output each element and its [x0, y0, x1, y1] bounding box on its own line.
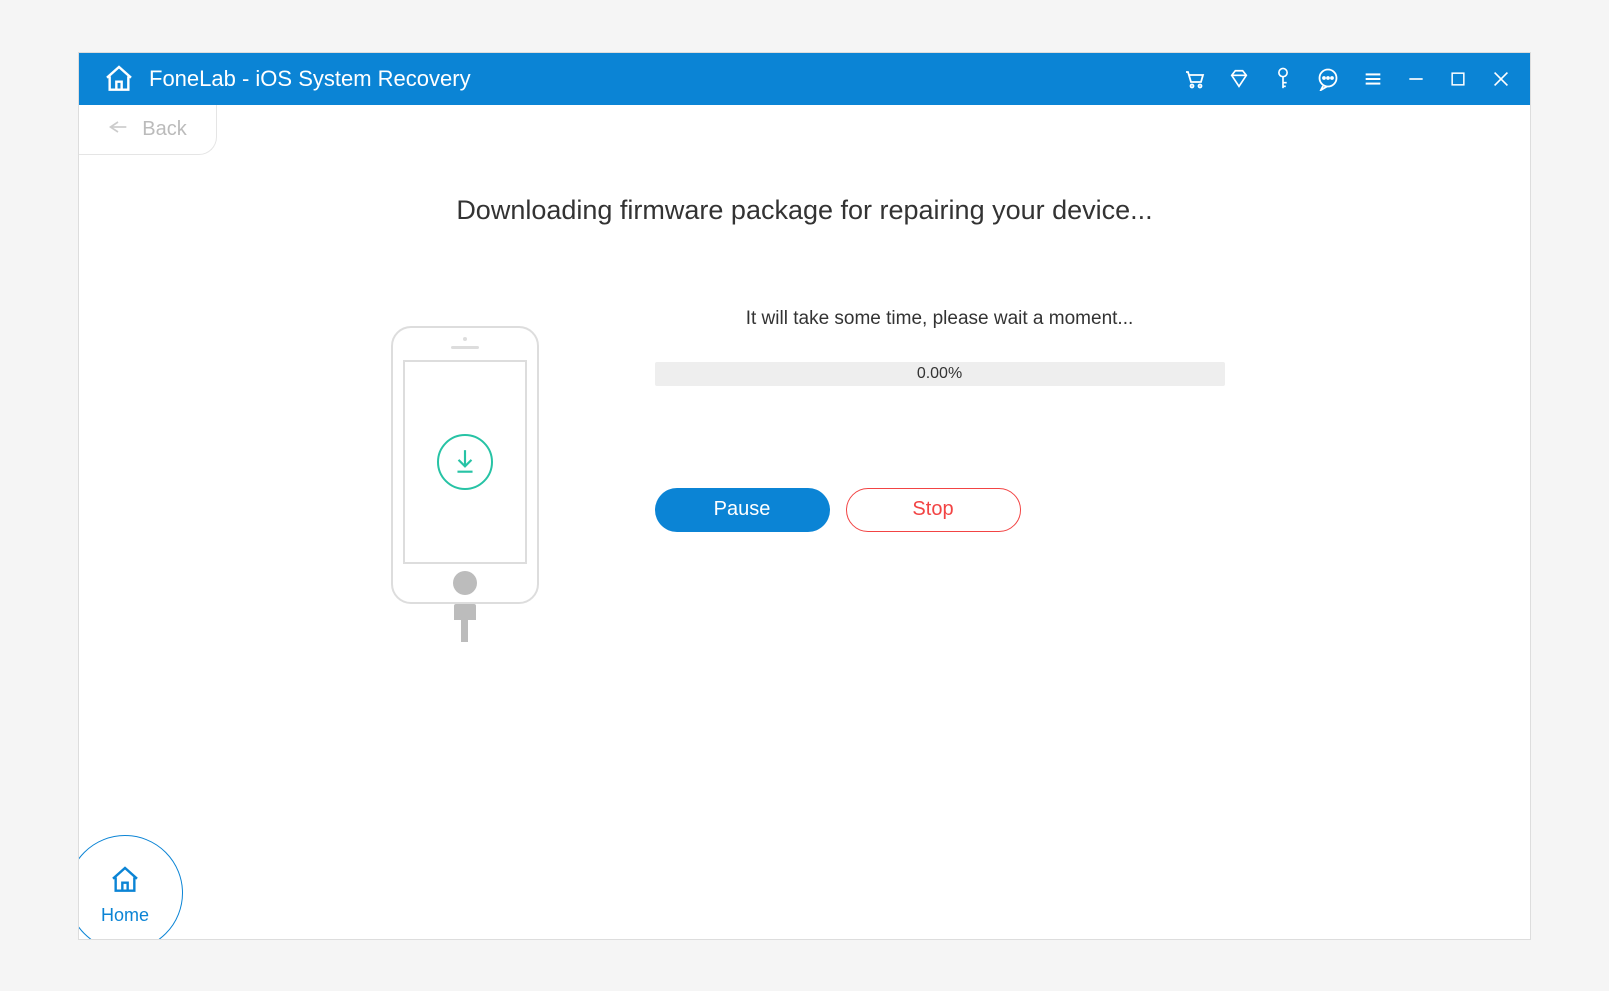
key-icon[interactable]: [1272, 66, 1294, 92]
phone-home-button-icon: [453, 571, 477, 595]
phone-body: [391, 326, 539, 604]
back-button[interactable]: Back: [79, 105, 217, 155]
back-label: Back: [142, 118, 186, 141]
wait-message: It will take some time, please wait a mo…: [655, 308, 1225, 330]
titlebar-left: FoneLab - iOS System Recovery: [103, 63, 471, 95]
phone-cable-plug-icon: [454, 604, 476, 620]
feedback-icon[interactable]: [1316, 67, 1340, 91]
phone-speaker-icon: [451, 346, 479, 349]
download-icon: [437, 434, 493, 490]
main-row: It will take some time, please wait a mo…: [139, 308, 1470, 642]
home-button[interactable]: Home: [78, 835, 183, 940]
button-row: Pause Stop: [655, 488, 1225, 532]
progress-percent: 0.00%: [917, 365, 962, 383]
page-heading: Downloading firmware package for repairi…: [139, 195, 1470, 226]
pause-button[interactable]: Pause: [655, 488, 830, 532]
progress-panel: It will take some time, please wait a mo…: [655, 308, 1225, 532]
back-arrow-icon: [108, 119, 128, 140]
cart-icon[interactable]: [1182, 67, 1206, 91]
phone-illustration: [385, 326, 545, 642]
phone-screen: [403, 360, 527, 564]
home-icon: [109, 864, 141, 901]
maximize-icon[interactable]: [1448, 69, 1468, 89]
titlebar-right: [1182, 66, 1512, 92]
home-label: Home: [101, 905, 149, 926]
phone-camera-icon: [463, 337, 467, 341]
diamond-icon[interactable]: [1228, 68, 1250, 90]
home-logo-icon: [103, 63, 135, 95]
menu-icon[interactable]: [1362, 68, 1384, 90]
app-window: FoneLab - iOS System Recovery: [78, 52, 1531, 940]
content-area: Downloading firmware package for repairi…: [79, 105, 1530, 642]
titlebar: FoneLab - iOS System Recovery: [79, 53, 1530, 105]
close-icon[interactable]: [1490, 68, 1512, 90]
minimize-icon[interactable]: [1406, 69, 1426, 89]
stop-button[interactable]: Stop: [846, 488, 1021, 532]
phone-cable-wire-icon: [461, 620, 468, 642]
app-title: FoneLab - iOS System Recovery: [149, 66, 471, 92]
progress-bar: 0.00%: [655, 362, 1225, 386]
